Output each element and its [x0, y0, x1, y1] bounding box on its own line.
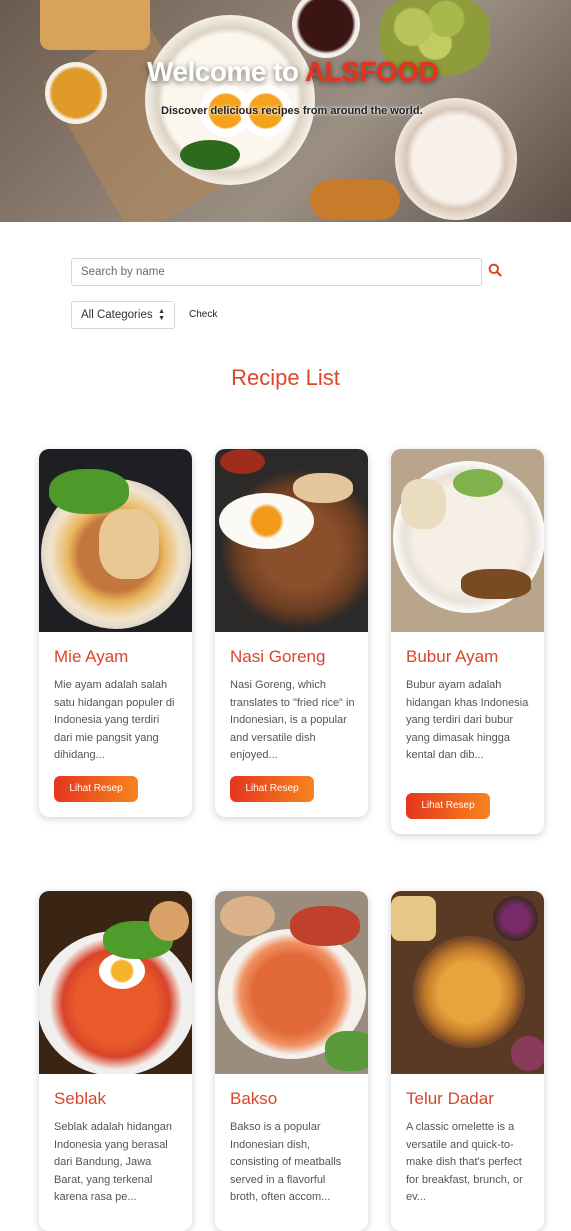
- recipe-description: Bakso is a popular Indonesian dish, cons…: [230, 1121, 342, 1203]
- hero-toast: [40, 0, 150, 50]
- category-select[interactable]: All Categories ▲ ▼: [71, 301, 175, 329]
- recipe-image: [39, 891, 192, 1074]
- recipe-name: Telur Dadar: [406, 1089, 494, 1108]
- recipe-description: Mie ayam adalah salah satu hidangan popu…: [54, 679, 175, 761]
- view-recipe-button[interactable]: Lihat Resep: [54, 776, 138, 802]
- view-recipe-button[interactable]: Lihat Resep: [230, 776, 314, 802]
- hero-subtitle: Discover delicious recipes from around t…: [161, 105, 423, 117]
- hero-honey-jar: [45, 62, 107, 124]
- recipe-name: Bubur Ayam: [406, 647, 499, 666]
- recipe-card: Nasi Goreng Nasi Goreng, which translate…: [215, 449, 368, 817]
- select-caret-icon: ▲ ▼: [158, 308, 165, 322]
- recipe-card: Seblak Seblak adalah hidangan Indonesia …: [39, 891, 192, 1231]
- recipe-card: Bubur Ayam Bubur ayam adalah hidangan kh…: [391, 449, 544, 834]
- recipe-image: [215, 891, 368, 1074]
- recipe-name: Nasi Goreng: [230, 647, 326, 666]
- recipe-description: Nasi Goreng, which translates to "fried …: [230, 679, 355, 761]
- recipe-description: Seblak adalah hidangan Indonesia yang be…: [54, 1121, 173, 1203]
- view-recipe-button[interactable]: Lihat Resep: [406, 793, 490, 819]
- recipe-image: [391, 449, 544, 632]
- recipe-name: Mie Ayam: [54, 647, 129, 666]
- recipe-card: Telur Dadar A classic omelette is a vers…: [391, 891, 544, 1231]
- hero-jam-jar: [292, 0, 360, 58]
- check-button[interactable]: Check: [189, 309, 217, 320]
- recipe-card: Bakso Bakso is a popular Indonesian dish…: [215, 891, 368, 1231]
- recipe-name: Bakso: [230, 1089, 278, 1108]
- recipe-image: [215, 449, 368, 632]
- search-bar: [71, 258, 511, 286]
- recipe-name: Seblak: [54, 1089, 106, 1108]
- brand-name: ALSFOOD: [304, 56, 439, 87]
- recipe-description: A classic omelette is a versatile and qu…: [406, 1121, 523, 1203]
- search-input[interactable]: [71, 258, 482, 286]
- section-title: Recipe List: [231, 365, 340, 390]
- category-select-value: All Categories: [81, 309, 153, 321]
- recipe-card: Mie Ayam Mie ayam adalah salah satu hida…: [39, 449, 192, 817]
- recipe-image: [391, 891, 544, 1074]
- hero-title: Welcome to ALSFOOD: [147, 56, 439, 87]
- hero-banner: Welcome to ALSFOOD Discover delicious re…: [0, 0, 571, 222]
- recipe-description: Bubur ayam adalah hidangan khas Indonesi…: [406, 679, 529, 761]
- hero-croissant: [310, 180, 400, 220]
- recipe-image: [39, 449, 192, 632]
- search-icon[interactable]: [488, 263, 506, 281]
- hero-basil: [180, 140, 240, 170]
